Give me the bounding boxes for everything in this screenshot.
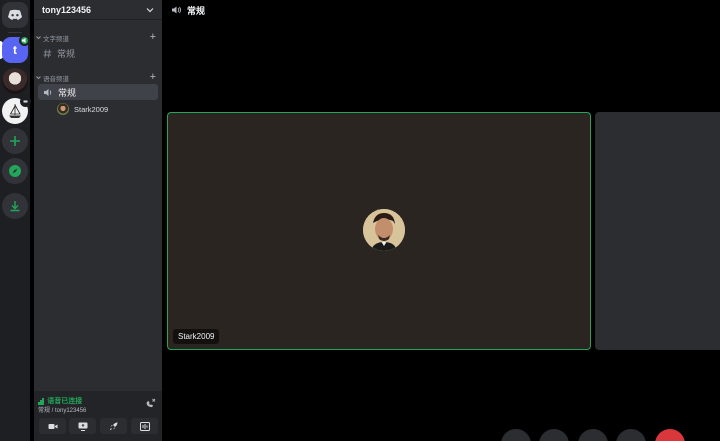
participant-avatar xyxy=(363,209,405,251)
soundboard-button[interactable] xyxy=(131,418,158,434)
participant-name-tag: Stark2009 xyxy=(173,329,220,344)
chevron-down-icon xyxy=(146,7,154,12)
camera-control-button[interactable] xyxy=(501,429,531,441)
channel-sidebar: tony123456 文字频道 + 常规 语音频道 + 常规 Stark2009… xyxy=(34,0,162,441)
explore-button[interactable] xyxy=(2,158,28,184)
server-anime-avatar[interactable] xyxy=(2,68,28,94)
voice-channel-general[interactable]: 常规 xyxy=(38,84,158,100)
chevron-down-icon xyxy=(36,76,41,80)
camera-button[interactable] xyxy=(39,418,66,434)
category-voice-channels[interactable]: 语音频道 + xyxy=(36,72,156,83)
voice-location: 常规 / tony123456 xyxy=(38,408,87,414)
avatar-portrait xyxy=(363,209,405,251)
hash-icon xyxy=(43,48,52,58)
server-rail: t xyxy=(0,0,31,441)
participant-tile[interactable]: Stark2009 xyxy=(167,112,591,350)
home-button[interactable] xyxy=(2,2,28,28)
server-t-label: t xyxy=(13,43,17,57)
screen-share-button[interactable] xyxy=(69,418,96,434)
chevron-down-icon xyxy=(36,36,41,40)
leave-call-button[interactable] xyxy=(655,429,685,441)
activities-button[interactable] xyxy=(100,418,127,434)
discord-app: t tony123456 文字频道 + 常规 语音频道 + 常规 Stark20… xyxy=(0,0,720,441)
voice-stage: 常规 Stark2009 xyxy=(162,0,720,441)
category-label: 文字频道 xyxy=(43,35,69,43)
activity-control-button[interactable] xyxy=(578,429,608,441)
discord-logo-icon xyxy=(8,9,22,20)
phone-disconnect-icon xyxy=(146,398,156,408)
explore-compass-icon xyxy=(9,165,21,177)
category-text-channels[interactable]: 文字频道 + xyxy=(36,32,156,43)
soundboard-icon xyxy=(139,421,150,431)
server-badge-icon xyxy=(20,96,31,107)
signal-bars-icon xyxy=(38,397,44,405)
share-control-button[interactable] xyxy=(539,429,569,441)
channel-name: 常规 xyxy=(58,87,77,98)
secondary-tile[interactable] xyxy=(595,112,720,350)
create-channel-plus-icon[interactable]: + xyxy=(150,72,156,83)
rail-separator xyxy=(8,32,22,33)
plus-icon xyxy=(10,136,20,146)
voice-user-item[interactable]: Stark2009 xyxy=(57,103,108,115)
speaker-icon xyxy=(44,88,52,96)
channel-header: 常规 xyxy=(162,0,205,20)
voice-user-name: Stark2009 xyxy=(74,104,109,114)
disconnect-button[interactable] xyxy=(145,398,156,411)
text-channel-general[interactable]: 常规 xyxy=(38,45,158,61)
voice-connection-panel: 语音已连接 常规 / tony123456 xyxy=(34,391,162,441)
rocket-icon xyxy=(109,422,117,431)
speaker-badge-icon xyxy=(19,35,30,46)
server-name: tony123456 xyxy=(42,4,92,15)
download-apps-button[interactable] xyxy=(2,193,28,219)
download-icon xyxy=(10,201,20,212)
more-control-button[interactable] xyxy=(616,429,646,441)
camera-icon xyxy=(48,423,57,429)
avatar xyxy=(57,103,69,115)
category-label: 语音频道 xyxy=(43,75,69,83)
channel-name: 常规 xyxy=(57,48,76,59)
speaker-icon xyxy=(172,6,181,14)
server-ship-avatar[interactable] xyxy=(2,96,31,124)
screen-share-icon xyxy=(78,422,87,431)
add-server-button[interactable] xyxy=(2,128,28,154)
create-channel-plus-icon[interactable]: + xyxy=(150,32,156,43)
server-header[interactable]: tony123456 xyxy=(34,0,162,20)
channel-title: 常规 xyxy=(187,5,206,16)
server-t[interactable]: t xyxy=(2,35,30,63)
